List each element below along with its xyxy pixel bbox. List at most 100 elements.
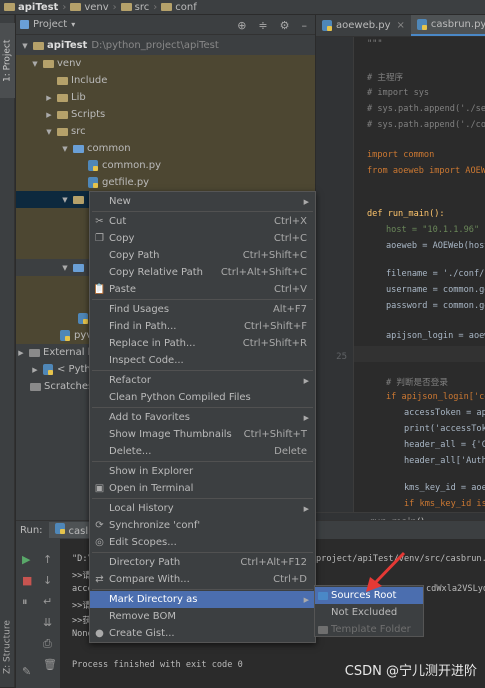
tree-root[interactable]: ▼ apiTest D:\python_project\apiTest [16,37,315,54]
code-line[interactable]: """ [367,39,383,49]
tree-item[interactable]: ▼ src [16,123,315,140]
tree-item[interactable]: ▶ Lib [16,89,315,106]
code-line[interactable]: aoeweb = AOEWeb(host) [386,241,485,251]
menu-item-clean-python-compiled-files[interactable]: Clean Python Compiled Files [90,389,315,406]
editor-tab-active[interactable]: casbrun.py [410,15,485,36]
run-icon[interactable]: ▶ [22,553,30,566]
target-icon[interactable]: ⊕ [237,19,246,32]
editor-tab[interactable]: aoeweb.py × [316,15,411,36]
code-line[interactable]: # import sys [367,88,429,98]
menu-item-find-usages[interactable]: Find Usages Alt+F7 [90,301,315,318]
submenu-item-not-excluded[interactable]: Not Excluded [315,604,423,621]
menu-item-open-in-terminal[interactable]: ▣ Open in Terminal [90,480,315,497]
menu-item-refactor[interactable]: Refactor ▶ [90,372,315,389]
code-line[interactable]: from aoeweb import AOEWeb [367,166,485,176]
tree-item[interactable]: common.py [16,157,315,174]
menu-item-replace-in-path[interactable]: Replace in Path... Ctrl+Shift+R [90,335,315,352]
caret-line [354,346,485,362]
menu-item-compare-with[interactable]: ⇄ Compare With... Ctrl+D [90,571,315,588]
up-arrow-icon[interactable]: ↑ [43,553,52,566]
code-line[interactable]: if apijson_login['co [386,392,485,402]
print-icon[interactable]: ⎙ [43,637,52,651]
hide-icon[interactable]: – [302,19,308,32]
breadcrumb-item[interactable]: src [120,2,149,13]
code-line[interactable]: if kms_key_id is [404,499,485,509]
menu-item-directory-path[interactable]: Directory Path Ctrl+Alt+F12 [90,554,315,571]
wrap-icon[interactable]: ↵ [43,595,52,608]
menu-item-delete[interactable]: Delete... Delete [90,443,315,460]
chevron-down-icon[interactable]: ▼ [30,60,40,68]
menu-shortcut: Ctrl+X [273,216,307,227]
menu-item-label: Directory Path [109,557,181,568]
code-line[interactable]: host = "10.1.1.96" [386,225,479,235]
code-line[interactable]: username = common.get [386,285,485,295]
tree-item[interactable]: Include [16,72,315,89]
down-arrow-icon[interactable]: ↓ [43,574,52,587]
trash-icon[interactable]: 🗑 [43,658,57,671]
breadcrumb: apiTest › venv › src › conf [0,0,485,15]
tree-item[interactable]: ▶ Scripts [16,106,315,123]
chevron-down-icon[interactable]: ▼ [60,196,70,204]
code-line[interactable]: kms_key_id = aoew [404,483,485,493]
code-line[interactable]: def run_main(): [367,209,445,219]
code-line[interactable]: accessToken = api [404,408,485,418]
chevron-down-icon[interactable]: ▼ [60,145,70,153]
code-line[interactable]: # 判断是否登录 [386,376,448,388]
chevron-right-icon[interactable]: ▶ [16,349,26,357]
menu-item-copy-relative-path[interactable]: Copy Relative Path Ctrl+Alt+Shift+C [90,264,315,281]
project-panel-header[interactable]: Project ▾ ⊕ ≑ ⚙ – [16,15,315,35]
tree-item[interactable]: ▼ common [16,140,315,157]
code-line[interactable]: header_all['Autho [404,456,485,466]
gear-icon[interactable]: ⚙ [280,19,290,32]
close-icon[interactable]: × [397,20,405,31]
chevron-right-icon[interactable]: ▶ [30,366,40,374]
tab-project[interactable]: 1: Project [0,23,15,98]
scroll-end-icon[interactable]: ⇊ [43,616,52,629]
code-line[interactable]: # 主程序 [367,71,403,83]
menu-item-show-in-explorer[interactable]: Show in Explorer [90,463,315,480]
menu-item-cut[interactable]: ✂ Cut Ctrl+X [90,213,315,230]
chevron-right-icon[interactable]: ▶ [44,111,54,119]
pin-icon[interactable]: ✎ [22,665,31,678]
menu-item-copy-path[interactable]: Copy Path Ctrl+Shift+C [90,247,315,264]
breadcrumb-item[interactable]: apiTest [4,2,58,13]
stop-icon[interactable]: ■ [22,574,32,587]
code-line[interactable]: # sys.path.append('./com [367,120,485,130]
chevron-down-icon[interactable]: ▾ [71,20,75,29]
menu-item-copy[interactable]: ❐ Copy Ctrl+C [90,230,315,247]
menu-item-add-to-favorites[interactable]: Add to Favorites ▶ [90,409,315,426]
menu-item-inspect-code[interactable]: Inspect Code... [90,352,315,369]
tab-structure[interactable]: Z: Structure [0,615,15,680]
menu-item-mark-directory-as[interactable]: Mark Directory as ▶ [90,591,315,608]
chevron-down-icon[interactable]: ▼ [20,42,30,50]
breadcrumb-item[interactable]: venv [70,2,109,13]
menu-item-edit-scopes[interactable]: ◎ Edit Scopes... [90,534,315,551]
code-line[interactable]: filename = './conf/jo [386,269,485,279]
code-line[interactable]: print('accessToke [404,424,485,434]
menu-shortcut: Ctrl+Alt+Shift+C [220,267,307,278]
code-line[interactable]: apijson_login = aoewe [386,331,485,341]
folder-icon [318,625,328,634]
menu-item-new[interactable]: New ▶ [90,193,315,210]
menu-item-find-in-path[interactable]: Find in Path... Ctrl+Shift+F [90,318,315,335]
menu-item-synchronize-conf[interactable]: ⟳ Synchronize 'conf' [90,517,315,534]
code-line[interactable]: password = common.get [386,301,485,311]
code-line[interactable]: import common [367,150,434,160]
breadcrumb-item[interactable]: conf [161,2,197,13]
pause-icon[interactable]: ⏸ [22,595,28,609]
run-tab[interactable]: casl [48,522,95,538]
chevron-down-icon[interactable]: ▼ [44,128,54,136]
menu-item-create-gist[interactable]: ● Create Gist... [90,625,315,642]
chevron-right-icon[interactable]: ▶ [44,94,54,102]
chevron-down-icon[interactable]: ▼ [60,264,70,272]
menu-item-remove-bom[interactable]: Remove BOM [90,608,315,625]
tree-item[interactable]: ▼ venv [16,55,315,72]
collapse-icon[interactable]: ≑ [258,19,267,32]
menu-item-paste[interactable]: 📋 Paste Ctrl+V [90,281,315,298]
menu-item-local-history[interactable]: Local History ▶ [90,500,315,517]
code-line[interactable]: # sys.path.append('./serv [367,104,485,114]
code-line[interactable]: header_all = {'Co [404,440,485,450]
cut-icon: ✂ [95,216,104,227]
tree-item[interactable]: getfile.py [16,174,315,191]
menu-item-show-image-thumbnails[interactable]: Show Image Thumbnails Ctrl+Shift+T [90,426,315,443]
